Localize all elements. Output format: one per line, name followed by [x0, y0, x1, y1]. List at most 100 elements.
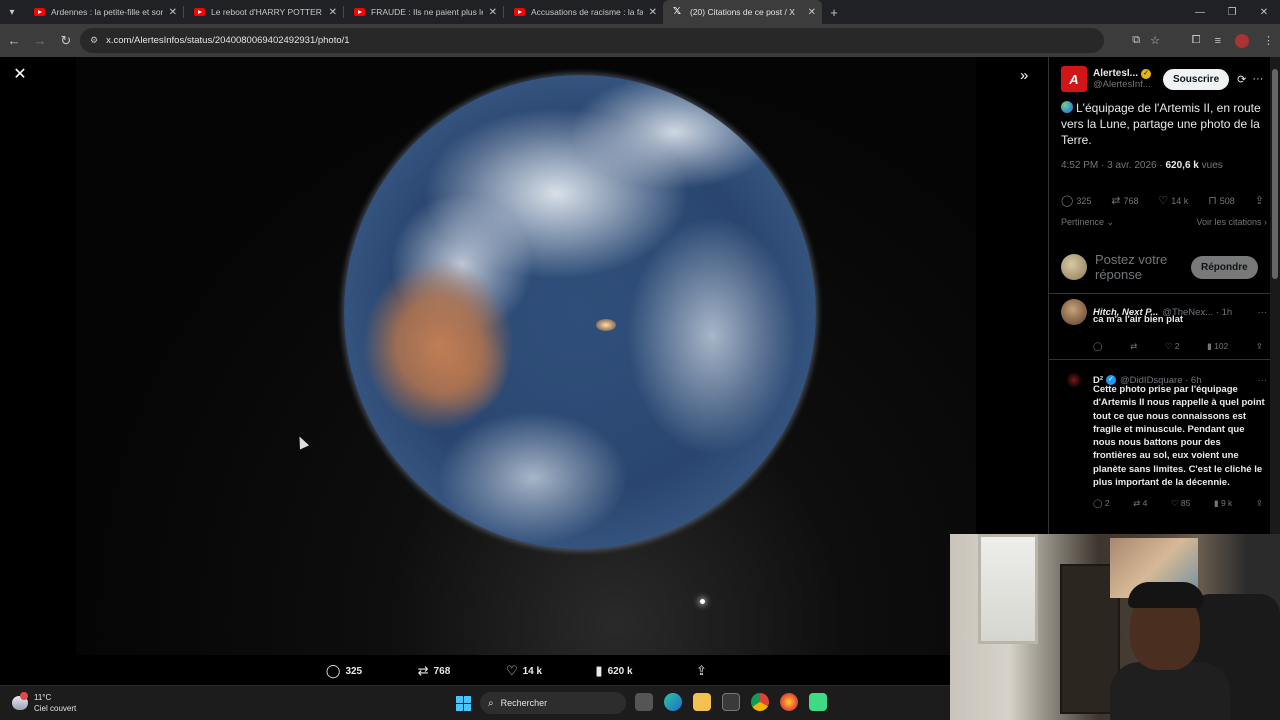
bookmark-count: 508: [1219, 196, 1235, 206]
sun-glint: [596, 319, 616, 331]
edge-icon[interactable]: [664, 693, 682, 711]
repost-icon: ⇄: [417, 663, 429, 678]
grok-icon[interactable]: ⟳: [1237, 73, 1246, 86]
share-icon[interactable]: ⇪: [1256, 498, 1263, 509]
chevron-right-icon: ›: [1261, 217, 1267, 227]
views-button[interactable]: ▮ 620 k: [569, 663, 659, 679]
close-icon[interactable]: ✕: [649, 7, 657, 18]
chrome-icon[interactable]: [751, 693, 769, 711]
reply-text: ca m'a l'air bien plat: [1093, 314, 1184, 325]
restore-icon[interactable]: ❐: [1216, 7, 1248, 18]
like-stat[interactable]: ♡ 14 k: [1158, 194, 1188, 207]
divider: [1049, 359, 1270, 360]
repost-stat[interactable]: ⇄ 4: [1133, 498, 1147, 509]
task-view-icon[interactable]: [635, 693, 653, 711]
reply-count: 325: [345, 665, 363, 677]
post-timestamp[interactable]: 4:52 PM · 3 avr. 2026 ·: [1061, 160, 1166, 171]
repost-stat[interactable]: ⇄ 768: [1111, 194, 1138, 207]
globe-icon: [1061, 101, 1073, 113]
like-stat[interactable]: ♡ 2: [1165, 341, 1180, 352]
author-handle[interactable]: @AlertesInf...: [1093, 79, 1153, 90]
reply-input[interactable]: Postez votre réponse: [1095, 252, 1185, 282]
like-button[interactable]: ♡ 14 k: [479, 663, 569, 679]
views-stat[interactable]: ▮ 9 k: [1214, 498, 1232, 509]
avatar[interactable]: A: [1061, 66, 1087, 92]
quotes-link[interactable]: Voir les citations ›: [1196, 217, 1267, 228]
file-explorer-icon[interactable]: [693, 693, 711, 711]
share-stat[interactable]: ⇪: [1255, 194, 1267, 207]
tab-2[interactable]: Le reboot d'HARRY POTTER div ✕: [184, 0, 343, 24]
windows-start-icon[interactable]: [456, 696, 471, 711]
comment-icon[interactable]: ◯: [1093, 341, 1103, 352]
reply-stat[interactable]: ◯ 2: [1093, 498, 1110, 509]
search-icon: ⌕: [488, 697, 494, 709]
author-name[interactable]: AlertesI... ✓: [1093, 68, 1153, 79]
profile-avatar[interactable]: [1235, 33, 1249, 48]
cast-icon[interactable]: ⧉: [1132, 34, 1140, 47]
reply-text: Cette photo prise par l'équipage d'Artem…: [1093, 384, 1265, 489]
app-icon[interactable]: [809, 693, 827, 711]
reply-submit-button[interactable]: Répondre: [1191, 255, 1258, 279]
bookmark-stat[interactable]: ⊓ 508: [1208, 194, 1235, 207]
minimize-icon[interactable]: —: [1184, 7, 1216, 18]
like-stat[interactable]: ♡ 85: [1171, 498, 1190, 509]
post-author: A AlertesI... ✓ @AlertesInf... Souscrire …: [1061, 65, 1267, 93]
avatar: [1061, 254, 1087, 280]
views-stat[interactable]: ▮ 102: [1207, 341, 1228, 352]
more-icon[interactable]: ···: [1258, 375, 1268, 386]
new-tab-icon[interactable]: +: [822, 5, 846, 20]
tab-3[interactable]: FRAUDE : Ils ne paient plus leur ✕: [344, 0, 503, 24]
site-info-icon[interactable]: ⚙: [90, 35, 98, 46]
reply-item[interactable]: Hitch, Next P... @TheNex... · 1h ··· ca …: [1061, 299, 1267, 352]
post-views-label: vues: [1198, 160, 1223, 171]
post-text: L'équipage de l'Artemis II, en route ver…: [1061, 100, 1267, 148]
repost-icon[interactable]: ⇄: [1130, 341, 1137, 352]
quotes-link-label: Voir les citations: [1196, 217, 1262, 227]
taskbar-search[interactable]: ⌕ Rechercher: [480, 692, 626, 714]
weather-widget[interactable]: 11°C Ciel couvert: [12, 692, 76, 714]
back-icon[interactable]: ←: [2, 33, 26, 48]
menu-icon[interactable]: ⋮: [1263, 34, 1274, 47]
avatar[interactable]: [1061, 367, 1087, 393]
reply-item[interactable]: D² ✓ @DidIDsquare · 6h ··· Cette photo p…: [1061, 367, 1267, 509]
reply-actions: ◯ ⇄ ♡ 2 ▮ 102 ⇪: [1093, 341, 1263, 352]
tab-5-active[interactable]: 𝕏 (20) Citations de ce post / X ✕: [663, 0, 822, 24]
verified-badge-icon: ✓: [1141, 68, 1152, 79]
sort-dropdown[interactable]: Pertinence ⌄: [1061, 217, 1114, 228]
store-icon[interactable]: [722, 693, 740, 711]
close-icon[interactable]: ✕: [169, 7, 177, 18]
close-window-icon[interactable]: ✕: [1248, 7, 1280, 18]
media-icon[interactable]: ≡: [1215, 35, 1221, 47]
reload-icon[interactable]: ↻: [54, 33, 78, 49]
browser-toolbar: ⧠ ≡ ⋮: [1192, 28, 1274, 53]
tab-1[interactable]: Ardennes : la petite-fille et son ✕: [24, 0, 183, 24]
bookmark-star-icon[interactable]: ☆: [1150, 34, 1160, 47]
share-icon[interactable]: ⇪: [1256, 341, 1263, 352]
close-icon[interactable]: ✕: [329, 7, 337, 18]
url-input[interactable]: ⚙ x.com/AlertesInfos/status/204008006940…: [80, 28, 1104, 53]
close-icon[interactable]: ✕: [489, 7, 497, 18]
reply-sort-row: Pertinence ⌄ Voir les citations ›: [1061, 217, 1267, 228]
more-icon[interactable]: ···: [1258, 307, 1268, 318]
forward-icon[interactable]: →: [28, 33, 52, 48]
more-icon[interactable]: ···: [1252, 73, 1263, 85]
close-icon[interactable]: ✕: [808, 7, 816, 18]
weather-condition: Ciel couvert: [34, 704, 77, 713]
tab-4[interactable]: Accusations de racisme : la fab ✕: [504, 0, 663, 24]
like-count: 85: [1180, 498, 1191, 509]
repost-count: 768: [433, 665, 451, 677]
share-button[interactable]: ⇪: [659, 663, 749, 679]
expand-sidebar-icon[interactable]: »: [1020, 67, 1028, 84]
reply-stat[interactable]: ◯ 325: [1061, 194, 1091, 207]
repost-button[interactable]: ⇄ 768: [389, 663, 479, 679]
youtube-icon: [194, 8, 205, 16]
tab-search-icon[interactable]: ▾: [0, 0, 24, 24]
avatar[interactable]: [1061, 299, 1087, 325]
scrollbar-thumb[interactable]: [1272, 69, 1278, 279]
subscribe-button[interactable]: Souscrire: [1163, 68, 1230, 90]
extensions-icon[interactable]: ⧠: [1192, 34, 1201, 47]
firefox-icon[interactable]: [780, 693, 798, 711]
close-icon[interactable]: ✕: [12, 67, 28, 83]
reply-button[interactable]: ◯ 325: [299, 663, 389, 679]
view-count: 9 k: [1220, 498, 1233, 509]
